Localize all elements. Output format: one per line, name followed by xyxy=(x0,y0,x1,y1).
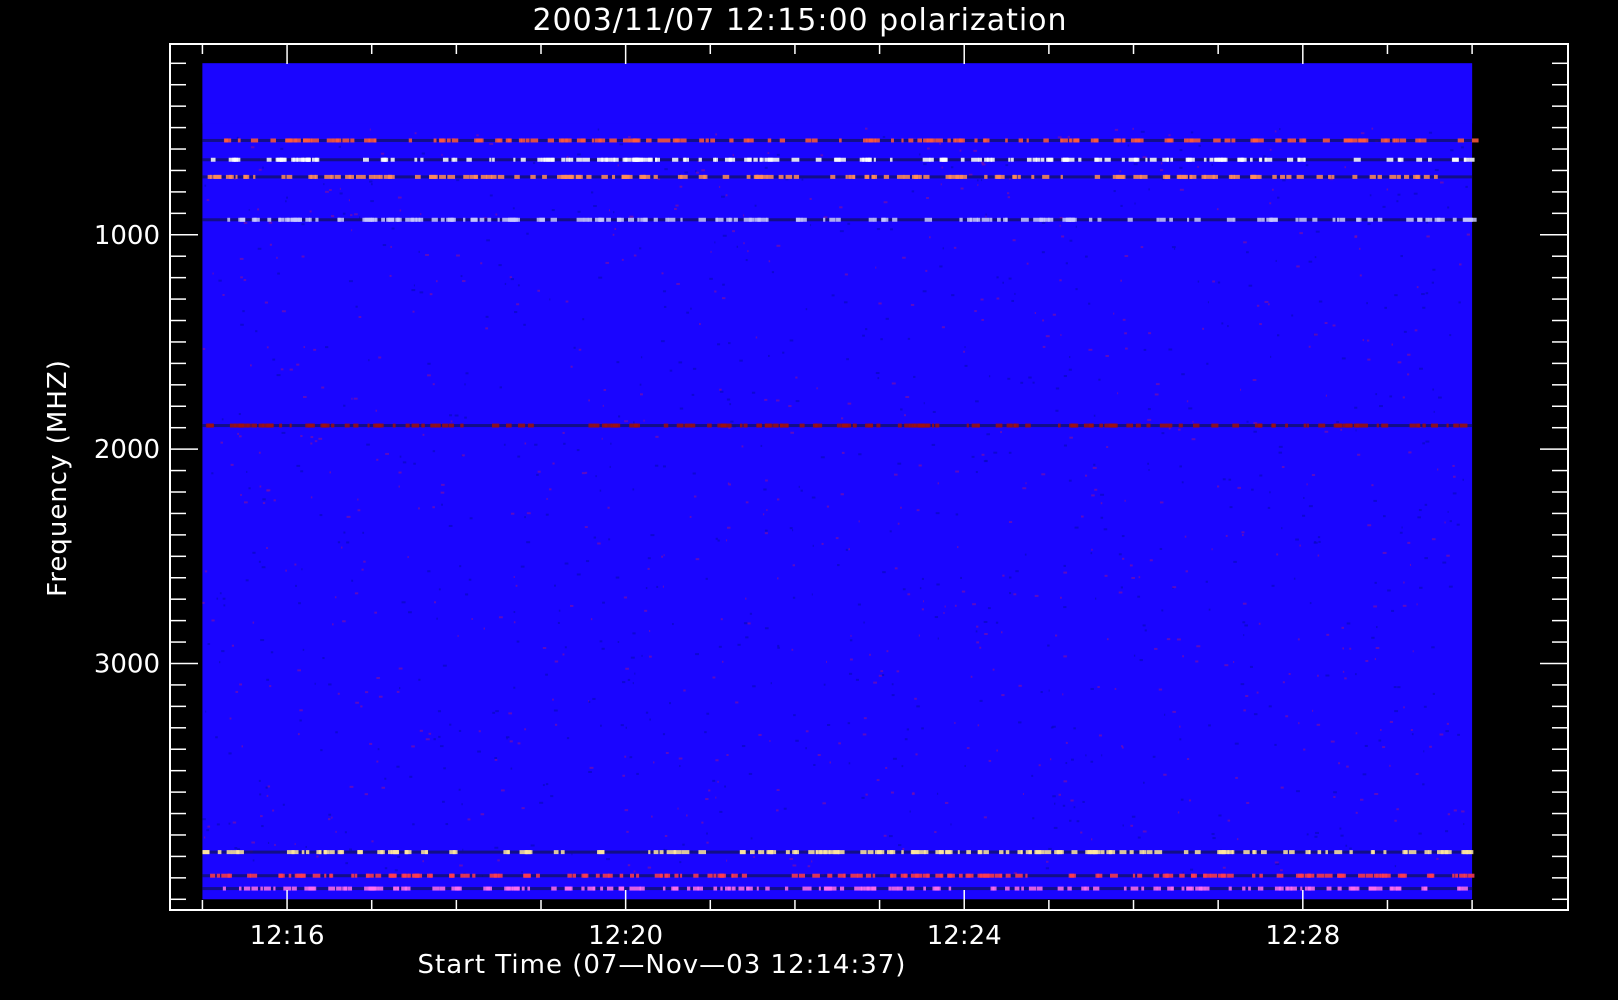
spectrogram-chart: 2003/11/07 12:15:00 polarization 12:16 12… xyxy=(0,0,1618,1000)
y-tick-label: 3000 xyxy=(94,649,160,679)
y-tick-label: 2000 xyxy=(94,435,160,465)
x-tick-label: 12:16 xyxy=(250,921,325,951)
rfi-band xyxy=(202,217,1477,222)
y-tick-label: 1000 xyxy=(94,221,160,251)
heatmap-area xyxy=(202,63,1479,900)
rfi-band xyxy=(202,138,1479,143)
masked-band xyxy=(202,63,1473,124)
x-tick-label: 12:28 xyxy=(1265,921,1340,951)
rfi-band xyxy=(202,423,1473,428)
x-tick-label: 12:24 xyxy=(927,921,1002,951)
rfi-band xyxy=(202,850,1474,855)
chart-title: 2003/11/07 12:15:00 polarization xyxy=(532,3,1067,38)
x-axis-label: Start Time (07—Nov—03 12:14:37) xyxy=(418,950,907,980)
heatmap-fill xyxy=(202,63,1473,900)
rfi-band xyxy=(202,174,1473,179)
y-axis-label: Frequency (MHZ) xyxy=(43,359,73,597)
x-tick-label: 12:20 xyxy=(588,921,663,951)
rfi-band xyxy=(202,157,1475,162)
rfi-band xyxy=(202,873,1475,878)
rfi-band xyxy=(202,886,1473,891)
